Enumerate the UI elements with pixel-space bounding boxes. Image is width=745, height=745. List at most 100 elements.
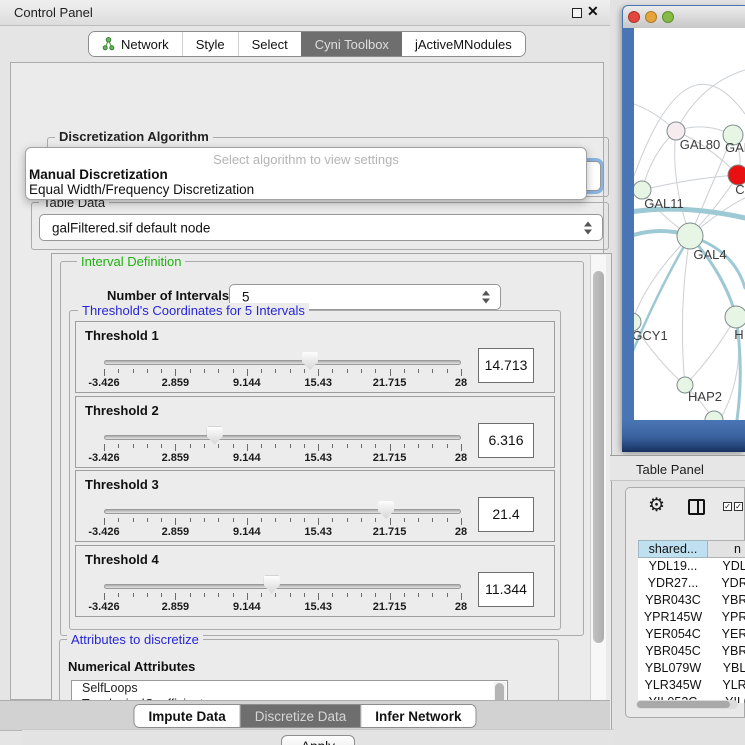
slider-track[interactable] (104, 584, 461, 589)
network-edge[interactable] (642, 175, 738, 190)
network-edge[interactable] (682, 236, 690, 385)
column-layout-icon[interactable] (688, 499, 705, 515)
table-row[interactable]: YPR145WYPR1 (638, 609, 745, 626)
horizontal-scrollbar[interactable] (636, 700, 738, 709)
interval-definition-group: Interval Definition Number of Intervals … (60, 261, 584, 636)
tab-network[interactable]: Network (89, 32, 182, 56)
table-row[interactable]: YLR345WYLR3 (638, 677, 745, 694)
bottom-tab-strip: Impute DataDiscretize DataInfer Network (0, 700, 610, 731)
cell-shared-name[interactable]: YLR345W (638, 677, 708, 694)
vertical-scrollbar[interactable] (590, 255, 606, 728)
table-panel-titlebar: Table Panel (610, 455, 745, 481)
cell-shared-name[interactable]: YDL19... (638, 558, 708, 575)
tick-mark (247, 593, 248, 600)
cell-shared-name[interactable]: YPR145W (638, 609, 708, 626)
combo-arrows-icon (584, 221, 593, 234)
table-header-row: shared... n (638, 540, 745, 558)
tab-cyni-toolbox[interactable]: Cyni Toolbox (301, 32, 402, 56)
threshold-value-field[interactable]: 11.344 (478, 572, 534, 607)
minimize-window-icon[interactable] (645, 11, 657, 23)
scrollbar-thumb[interactable] (593, 271, 604, 643)
tab-style[interactable]: Style (182, 32, 238, 56)
cell-shared-name[interactable]: YBR045C (638, 643, 708, 660)
table-data-combobox[interactable]: galFiltered.sif default node (39, 214, 603, 241)
scale-label: 9.144 (233, 377, 261, 389)
tick-mark (332, 444, 333, 448)
slider-track[interactable] (104, 435, 461, 440)
threshold-value-field[interactable]: 21.4 (478, 497, 534, 532)
tick-mark (233, 593, 234, 597)
tick-mark (304, 444, 305, 448)
cell-name[interactable]: YLR3 (708, 677, 745, 694)
tick-mark (218, 444, 219, 448)
column-header-shared-name[interactable]: shared... (638, 540, 708, 558)
scale-label: 28 (455, 526, 467, 538)
tab-infer-network[interactable]: Infer Network (360, 705, 475, 727)
cell-shared-name[interactable]: YER054C (638, 626, 708, 643)
network-window-titlebar[interactable] (623, 6, 745, 28)
table-row[interactable]: YDL19...YDL1 (638, 558, 745, 575)
horizontal-scrollbar-thumb[interactable] (637, 701, 730, 708)
column-header-name[interactable]: n (708, 540, 745, 558)
cell-shared-name[interactable]: YDR27... (638, 575, 708, 592)
tick-mark (290, 593, 291, 597)
column-checkboxes-icon[interactable]: ✓✓ (723, 502, 743, 511)
slider-handle[interactable] (378, 501, 394, 519)
network-edge[interactable] (642, 131, 676, 190)
cell-shared-name[interactable]: YBR043C (638, 592, 708, 609)
tick-mark (332, 369, 333, 373)
tab-impute-data[interactable]: Impute Data (134, 705, 239, 727)
tab-jactivemnodules[interactable]: jActiveMNodules (402, 32, 525, 56)
network-node-h[interactable] (725, 306, 745, 328)
apply-button[interactable]: Apply (281, 735, 355, 745)
network-graph[interactable]: GAL80GALCGAL11GAL4GCY1HHAP2 (634, 28, 745, 420)
scale-label: 28 (455, 377, 467, 389)
network-node[interactable] (705, 411, 723, 420)
slider-track[interactable] (104, 509, 461, 514)
table-row[interactable]: YDR27...YDR2 (638, 575, 745, 592)
slider-track[interactable] (104, 360, 461, 365)
cell-name[interactable]: YBR0 (708, 643, 745, 660)
table-row[interactable]: YBR043CYBR0 (638, 592, 745, 609)
algorithm-option-manual[interactable]: Manual Discretization (29, 167, 168, 182)
table-settings-gear-icon[interactable]: ⚙ (648, 494, 665, 517)
cell-name[interactable]: YER0 (708, 626, 745, 643)
tick-mark (461, 369, 462, 376)
slider-handle[interactable] (264, 576, 280, 594)
tick-mark (233, 369, 234, 373)
slider-handle[interactable] (302, 352, 318, 370)
tick-mark (118, 369, 119, 373)
tab-select[interactable]: Select (238, 32, 301, 56)
table-row[interactable]: YBR045CYBR0 (638, 643, 745, 660)
threshold-value-field[interactable]: 14.713 (478, 348, 534, 383)
algorithm-option-equal-width[interactable]: Equal Width/Frequency Discretization (29, 182, 254, 197)
cell-name[interactable]: YBR0 (708, 592, 745, 609)
table-rows: YDL19...YDL1YDR27...YDR2YBR043CYBR0YPR14… (638, 558, 745, 703)
cell-name[interactable]: YDR2 (708, 575, 745, 592)
scale-label: -3.426 (88, 377, 119, 389)
zoom-window-icon[interactable] (662, 11, 674, 23)
attribute-list-item[interactable]: SelfLoops (72, 681, 507, 697)
network-window-frame (622, 420, 745, 452)
close-window-icon[interactable] (628, 11, 640, 23)
threshold-label: Threshold 1 (85, 328, 159, 343)
slider-handle[interactable] (207, 427, 223, 445)
close-panel-icon[interactable]: ✕ (587, 3, 599, 20)
tick-mark (375, 369, 376, 373)
cell-name[interactable]: YDL1 (708, 558, 745, 575)
table-row[interactable]: YER054CYER0 (638, 626, 745, 643)
tab-label: Style (196, 37, 225, 52)
tab-discretize-data[interactable]: Discretize Data (240, 705, 361, 727)
float-panel-icon[interactable] (572, 8, 582, 18)
network-canvas[interactable]: GAL80GALCGAL11GAL4GCY1HHAP2 (634, 28, 745, 420)
cell-name[interactable]: YBL0 (708, 660, 745, 677)
network-node-gal4[interactable] (677, 223, 703, 249)
cell-name[interactable]: YPR1 (708, 609, 745, 626)
threshold-panel-4: Threshold 4-3.4262.8599.14415.4321.71528… (75, 545, 555, 617)
network-edge[interactable] (685, 317, 736, 385)
network-edge[interactable] (676, 70, 745, 131)
table-row[interactable]: YBL079WYBL0 (638, 660, 745, 677)
node-label: GAL11 (644, 196, 684, 211)
cell-shared-name[interactable]: YBL079W (638, 660, 708, 677)
threshold-value-field[interactable]: 6.316 (478, 423, 534, 458)
